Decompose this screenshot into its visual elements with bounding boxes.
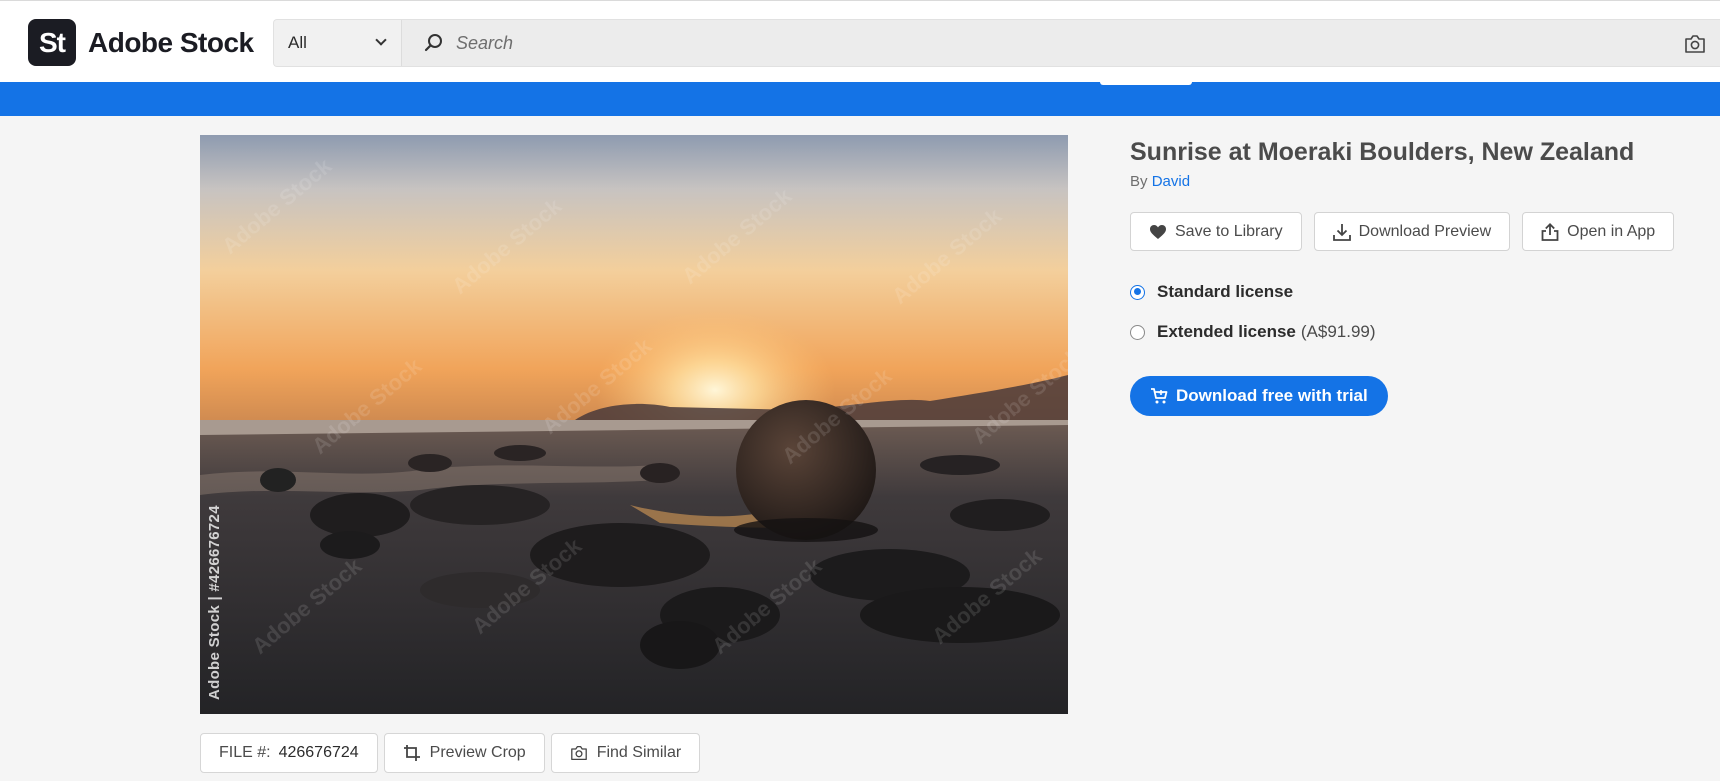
file-number: FILE #: 426676724 (200, 733, 378, 773)
asset-title: Sunrise at Moeraki Boulders, New Zealand (1130, 138, 1635, 166)
license-option-standard[interactable]: Standard license (1130, 282, 1293, 302)
side-watermark: Adobe Stock | #426676724 (206, 505, 223, 700)
preview-crop-button[interactable]: Preview Crop (383, 733, 545, 773)
download-preview-label: Download Preview (1358, 222, 1492, 240)
file-number-value: 426676724 (278, 744, 359, 761)
cart-icon (1151, 388, 1168, 404)
magnifier-icon (424, 34, 442, 52)
file-number-label: FILE #: (219, 744, 271, 761)
preview-crop-label: Preview Crop (429, 744, 526, 761)
asset-tools-row: FILE #: 426676724 Preview Crop Find Simi… (200, 733, 701, 773)
download-preview-button[interactable]: Download Preview (1313, 212, 1511, 251)
promo-banner (0, 81, 1720, 116)
author-link[interactable]: David (1152, 173, 1190, 190)
open-in-app-button[interactable]: Open in App (1522, 212, 1675, 251)
logo-badge: St (28, 19, 76, 66)
license-name: Extended license (1157, 322, 1296, 341)
camera-icon (570, 745, 587, 761)
download-free-trial-button[interactable]: Download free with trial (1130, 376, 1388, 416)
share-icon (1541, 222, 1559, 241)
banner-tab (1100, 81, 1192, 85)
save-to-library-label: Save to Library (1175, 222, 1283, 240)
asset-actions: Save to Library Download Preview Open in… (1130, 212, 1675, 251)
extended-license-radio[interactable] (1130, 324, 1145, 340)
search-bar: All (273, 19, 1720, 67)
chevron-down-icon (375, 34, 387, 46)
photo-artwork: Adobe Stock Adobe Stock Adobe Stock Adob… (200, 135, 1068, 714)
by-label: By (1130, 173, 1148, 190)
license-name: Standard license (1157, 282, 1294, 301)
find-similar-button[interactable]: Find Similar (550, 733, 701, 773)
search-input[interactable] (402, 20, 1720, 66)
camera-icon[interactable] (1684, 34, 1706, 54)
stock-photo[interactable]: Adobe Stock Adobe Stock Adobe Stock Adob… (200, 135, 1068, 714)
search-field (402, 20, 1720, 66)
logo-wordmark: Adobe Stock (88, 26, 254, 58)
heart-icon (1150, 224, 1166, 239)
top-header: St Adobe Stock All (0, 0, 1720, 82)
crop-icon (403, 745, 420, 761)
license-price: (A$91.99) (1300, 322, 1376, 341)
open-in-app-label: Open in App (1567, 222, 1656, 240)
standard-license-radio[interactable] (1130, 284, 1145, 300)
adobe-stock-logo[interactable]: St Adobe Stock (28, 19, 254, 66)
search-scope-value: All (288, 33, 307, 52)
download-free-trial-label: Download free with trial (1176, 386, 1368, 405)
asset-byline: By David (1130, 173, 1190, 190)
find-similar-label: Find Similar (596, 744, 682, 761)
download-icon (1332, 223, 1351, 241)
search-scope-dropdown[interactable]: All (274, 20, 402, 66)
license-option-extended[interactable]: Extended license (A$91.99) (1130, 322, 1376, 342)
save-to-library-button[interactable]: Save to Library (1130, 212, 1302, 251)
